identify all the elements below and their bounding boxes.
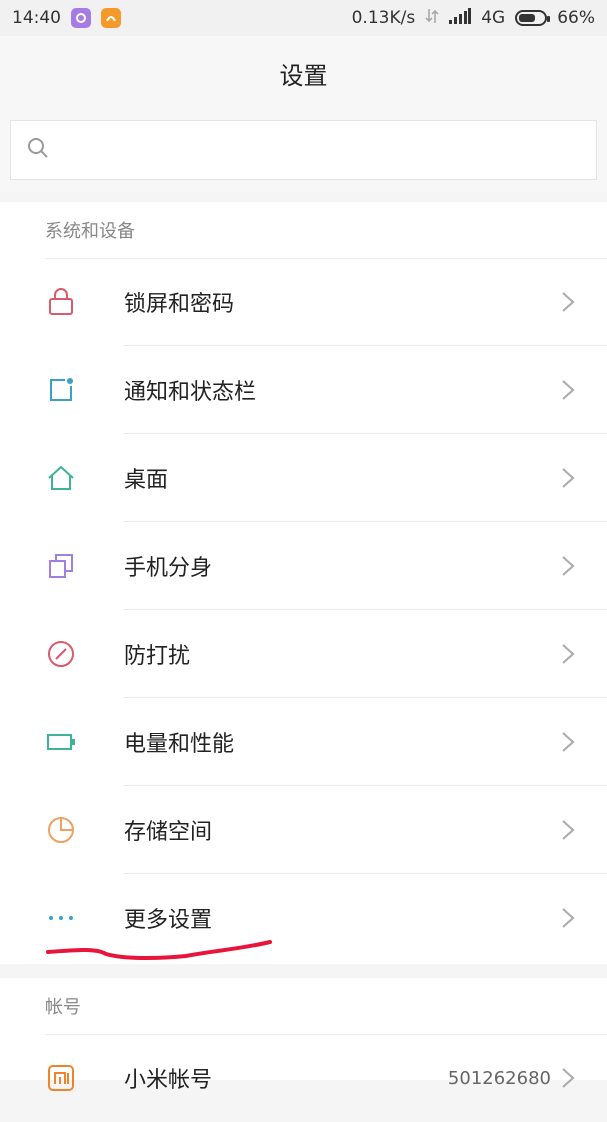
battery-performance-icon bbox=[46, 727, 76, 757]
more-icon bbox=[46, 903, 76, 933]
settings-item-label: 存储空间 bbox=[124, 820, 213, 845]
chevron-right-icon bbox=[561, 643, 575, 665]
status-left: 14:40 bbox=[12, 8, 121, 28]
home-icon bbox=[46, 463, 76, 493]
settings-item-home-screen[interactable]: 桌面 bbox=[0, 434, 607, 522]
settings-item-more-settings[interactable]: 更多设置 bbox=[0, 874, 607, 962]
settings-item-label: 锁屏和密码 bbox=[124, 292, 235, 317]
settings-item-battery-performance[interactable]: 电量和性能 bbox=[0, 698, 607, 786]
battery-fill bbox=[519, 14, 536, 22]
search-area bbox=[0, 110, 607, 192]
app-notification-icon bbox=[71, 8, 91, 28]
network-type: 4G bbox=[481, 8, 506, 28]
section-system: 系统和设备 锁屏和密码 通知和状态栏 桌面 手机分身 防打扰 电量和性能 存储空… bbox=[0, 202, 607, 964]
status-right: 0.13K/s 4G 66% bbox=[352, 7, 595, 30]
section-header: 帐号 bbox=[45, 997, 81, 1018]
storage-icon bbox=[46, 815, 76, 845]
uc-browser-icon bbox=[101, 8, 121, 28]
chevron-right-icon bbox=[561, 379, 575, 401]
search-box[interactable] bbox=[10, 120, 597, 180]
search-input[interactable] bbox=[59, 138, 583, 162]
mi-logo-icon bbox=[46, 1063, 76, 1093]
battery-icon bbox=[515, 10, 551, 26]
net-speed: 0.13K/s bbox=[351, 8, 416, 28]
settings-item-label: 手机分身 bbox=[124, 556, 213, 581]
title-bar: 设置 bbox=[0, 36, 607, 111]
battery-percent: 66% bbox=[557, 8, 595, 28]
settings-item-mi-account[interactable]: 小米帐号 501262680 bbox=[0, 1034, 607, 1122]
do-not-disturb-icon bbox=[46, 639, 76, 669]
notification-icon bbox=[46, 375, 76, 405]
chevron-right-icon bbox=[561, 291, 575, 313]
chevron-right-icon bbox=[561, 907, 575, 929]
status-bar: 14:40 0.13K/s 4G 66% bbox=[0, 0, 607, 36]
settings-item-label: 更多设置 bbox=[124, 908, 213, 933]
settings-item-label: 防打扰 bbox=[124, 644, 191, 669]
settings-item-lock-screen[interactable]: 锁屏和密码 bbox=[0, 258, 607, 346]
settings-item-value: 501262680 bbox=[447, 1067, 551, 1089]
settings-item-label: 小米帐号 bbox=[124, 1068, 213, 1093]
chevron-right-icon bbox=[561, 819, 575, 841]
lock-icon bbox=[46, 287, 76, 317]
chevron-right-icon bbox=[561, 731, 575, 753]
clone-icon bbox=[46, 551, 76, 581]
settings-item-label: 桌面 bbox=[124, 468, 169, 493]
chevron-right-icon bbox=[561, 555, 575, 577]
section-header: 系统和设备 bbox=[45, 221, 135, 242]
chevron-right-icon bbox=[561, 1067, 575, 1089]
search-icon bbox=[27, 137, 49, 163]
settings-item-do-not-disturb[interactable]: 防打扰 bbox=[0, 610, 607, 698]
settings-item-notifications[interactable]: 通知和状态栏 bbox=[0, 346, 607, 434]
settings-item-label: 通知和状态栏 bbox=[124, 380, 257, 405]
settings-item-label: 电量和性能 bbox=[124, 732, 235, 757]
status-time: 14:40 bbox=[12, 8, 61, 28]
signal-icon bbox=[449, 7, 472, 29]
chevron-right-icon bbox=[561, 467, 575, 489]
section-account: 帐号 小米帐号 501262680 bbox=[0, 978, 607, 1093]
data-transfer-icon bbox=[425, 7, 439, 30]
settings-item-storage[interactable]: 存储空间 bbox=[0, 786, 607, 874]
page-title: 设置 bbox=[279, 61, 328, 90]
settings-item-second-space[interactable]: 手机分身 bbox=[0, 522, 607, 610]
